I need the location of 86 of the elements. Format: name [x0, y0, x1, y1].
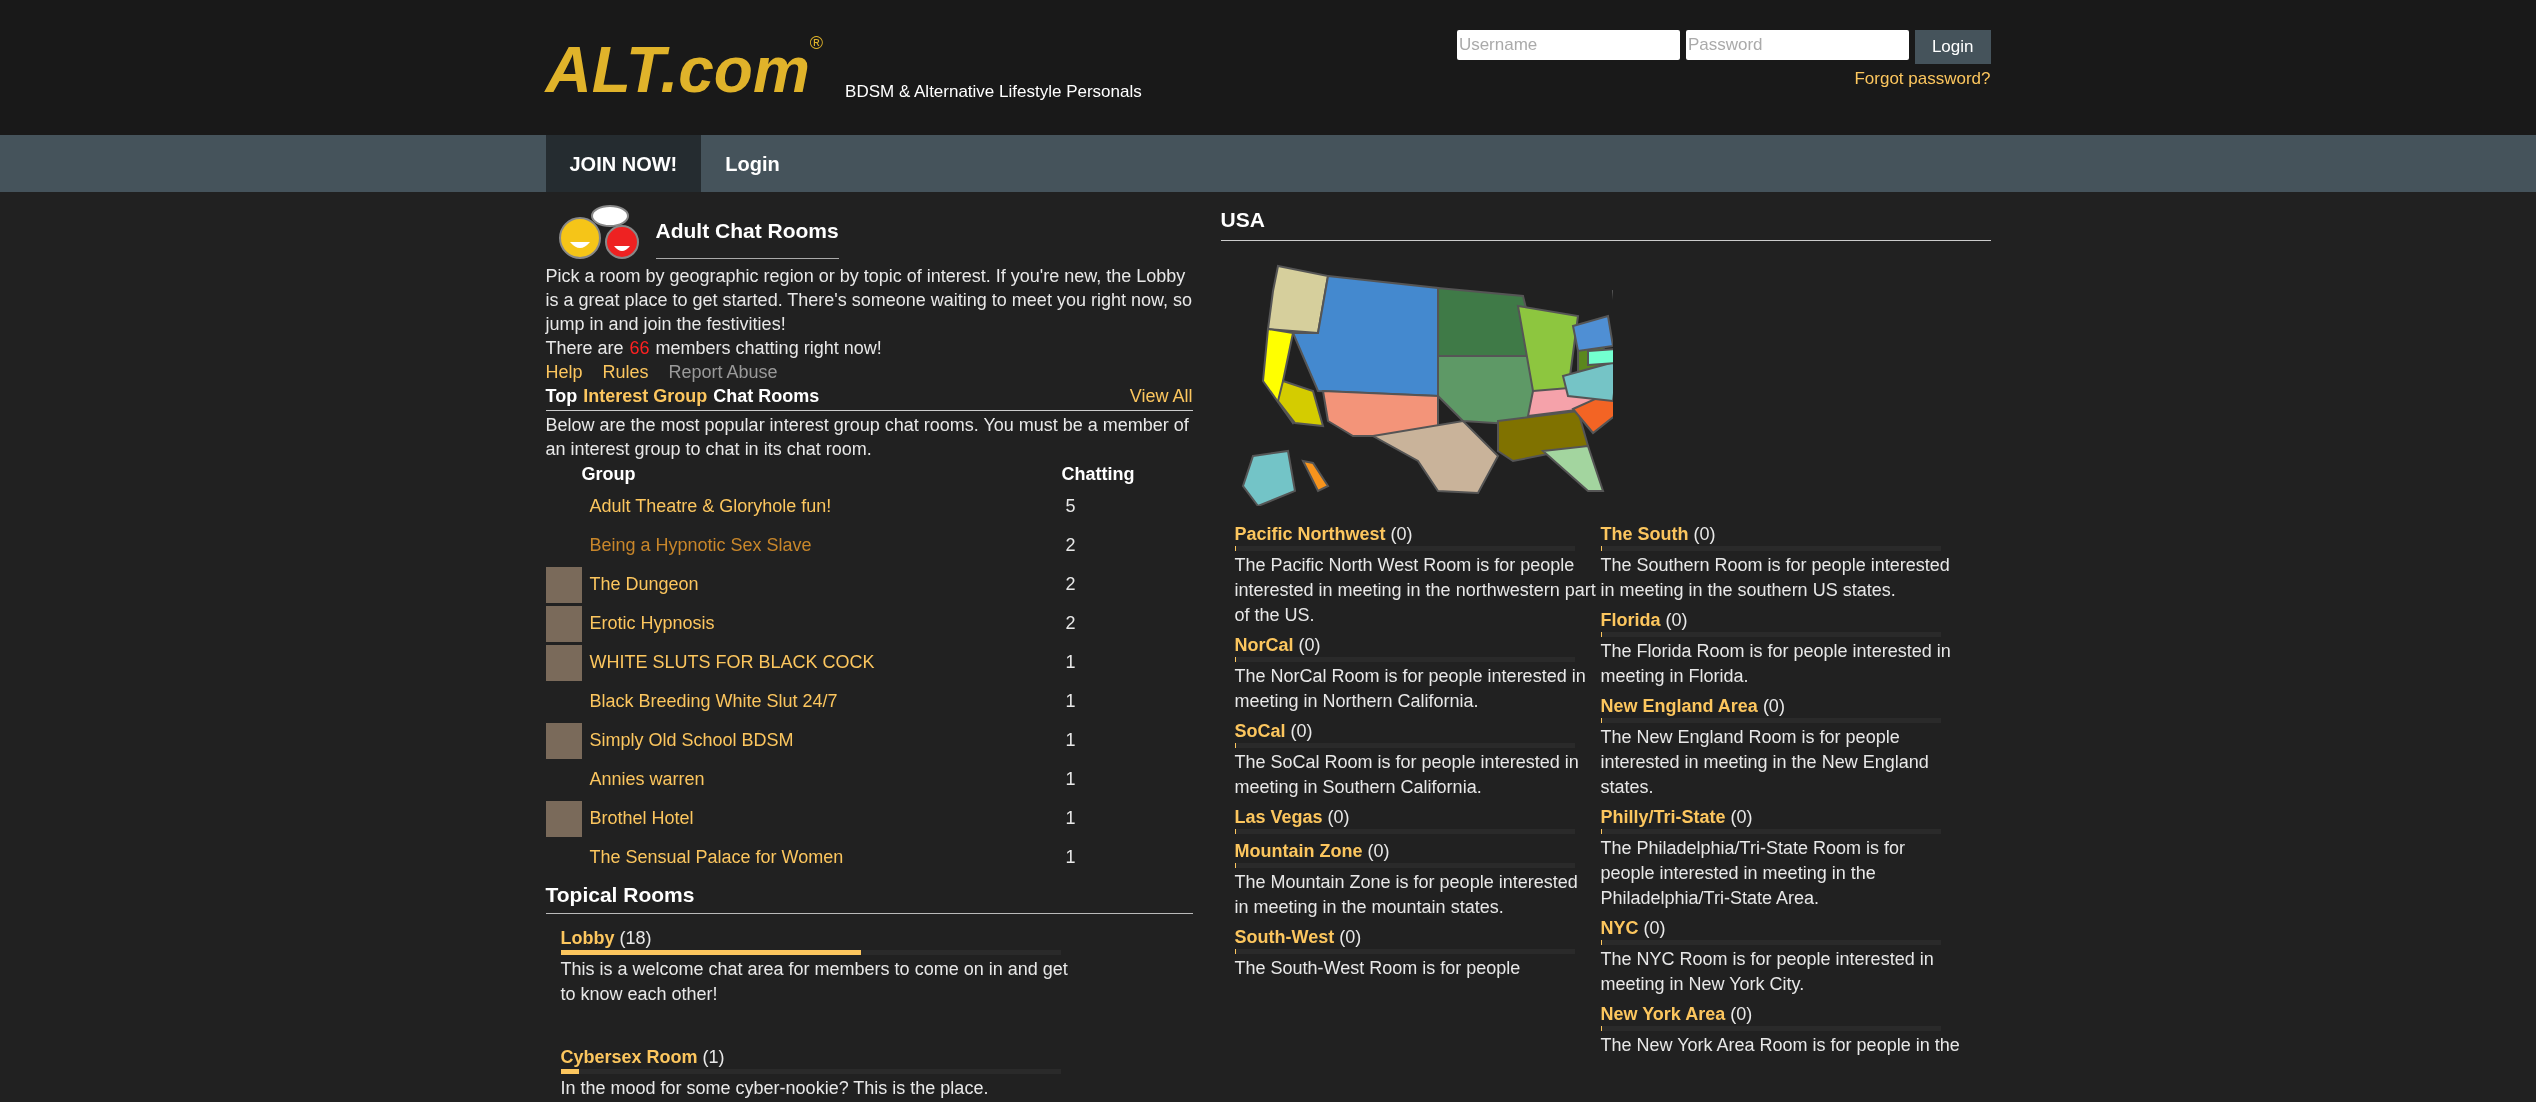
- room-link[interactable]: The South: [1600, 521, 1689, 546]
- room-description: The South-West Room is for people: [1234, 956, 1522, 980]
- group-link[interactable]: Annies warren: [589, 766, 1066, 793]
- chatting-count: 1: [1065, 651, 1076, 674]
- chatting-count: 2: [1065, 612, 1076, 635]
- nav-tab[interactable]: JOIN NOW!: [545, 135, 702, 192]
- description-text: Below are the most popular interest group chat rooms. You must be a member of an interest group to chat in its chat room.: [545, 414, 1190, 461]
- room-description: The NorCal Room is for people interested in meeting in Northern California.: [1234, 664, 1587, 713]
- members-text: members chatting right now!: [655, 337, 882, 360]
- room-link[interactable]: New England Area: [1600, 693, 1758, 718]
- room-link[interactable]: Florida: [1600, 607, 1661, 632]
- room-link[interactable]: SoCal: [1234, 718, 1286, 743]
- logo[interactable]: ALT.com: [545, 30, 810, 110]
- chatting-count: 1: [1065, 729, 1076, 752]
- section-title: Adult Chat Rooms: [655, 204, 839, 260]
- room-count: (0): [1290, 719, 1313, 743]
- room-description: The New England Room is for people interested in meeting in the New England states.: [1600, 725, 1930, 799]
- room-link[interactable]: Las Vegas: [1234, 804, 1323, 829]
- room-count: (0): [1762, 694, 1785, 718]
- room-description: In the mood for some cyber-nookie? This is the place.: [560, 1076, 990, 1100]
- room-count: (0): [1665, 608, 1688, 632]
- room-description: The NYC Room is for people interested in meeting in New York City.: [1600, 947, 1935, 996]
- interest-group-link[interactable]: Interest Group: [583, 384, 708, 408]
- forgot-password-link[interactable]: Forgot password?: [1854, 66, 1991, 92]
- login-button[interactable]: Login: [1914, 30, 1991, 64]
- room-count: (0): [1693, 522, 1716, 546]
- chatting-count: 2: [1065, 534, 1076, 557]
- room-count: (0): [1327, 805, 1350, 829]
- room-count: (0): [1298, 633, 1321, 657]
- group-link[interactable]: Erotic Hypnosis: [589, 610, 1066, 637]
- room-link[interactable]: Mountain Zone: [1234, 838, 1363, 863]
- tagline: BDSM & Alternative Lifestyle Personals: [845, 80, 1142, 103]
- room-description: The SoCal Room is for people interested in meeting in Southern California.: [1234, 750, 1580, 799]
- group-link[interactable]: WHITE SLUTS FOR BLACK COCK: [589, 649, 1066, 676]
- chatting-count: 2: [1065, 573, 1076, 596]
- room-description: The Philadelphia/Tri-State Room is for people interested in meeting in the Philadelphia/Tri-State Area.: [1600, 836, 1906, 910]
- group-link[interactable]: Being a Hypnotic Sex Slave: [589, 532, 1066, 559]
- help-link[interactable]: Rules: [602, 360, 649, 384]
- room-count: (0): [1390, 522, 1413, 546]
- column-header: Chatting: [1061, 463, 1135, 486]
- room-description: The Southern Room is for people interested in meeting in the southern US states.: [1600, 553, 1951, 602]
- room-count: (18): [619, 926, 652, 950]
- room-count: (0): [1339, 925, 1362, 949]
- room-description: The Mountain Zone is for people interested in meeting in the mountain states.: [1234, 870, 1579, 919]
- section-heading: Topical Rooms: [545, 879, 1193, 914]
- room-count: (0): [1367, 839, 1390, 863]
- group-link[interactable]: The Dungeon: [589, 571, 1066, 598]
- room-description: This is a welcome chat area for members to come on in and get to know each other!: [560, 957, 1069, 1006]
- room-description: The Florida Room is for people interested in meeting in Florida.: [1600, 639, 1952, 688]
- nav-tab[interactable]: Login: [701, 135, 804, 192]
- heading-text: Top: [545, 385, 578, 408]
- registered-mark: ®: [809, 32, 824, 53]
- room-description: The Pacific North West Room is for people interested in meeting in the northwestern part of the US.: [1234, 553, 1597, 627]
- group-link[interactable]: Brothel Hotel: [589, 805, 1066, 832]
- chatting-count: 1: [1065, 690, 1076, 713]
- member-count: 66: [629, 337, 650, 360]
- members-text: There are: [545, 337, 624, 360]
- username-field[interactable]: Username: [1456, 30, 1680, 60]
- room-description: The New York Area Room is for people in the: [1600, 1033, 1961, 1057]
- group-link[interactable]: Black Breeding White Slut 24/7: [589, 688, 1066, 715]
- view-all-link[interactable]: View All: [1129, 384, 1193, 408]
- password-field[interactable]: Password: [1685, 30, 1909, 60]
- room-count: (0): [1643, 916, 1666, 940]
- group-link[interactable]: Simply Old School BDSM: [589, 727, 1066, 754]
- room-link[interactable]: NorCal: [1234, 632, 1294, 657]
- chatting-count: 1: [1065, 768, 1076, 791]
- intro-text: Pick a room by geographic region or by topic of interest. If you're new, the Lobby is a great place to get started. There's someone waiting to meet you right now, so jump in and join the festivities!: [545, 265, 1193, 336]
- room-count: (1): [702, 1045, 725, 1069]
- room-link[interactable]: NYC: [1600, 915, 1639, 940]
- room-link[interactable]: Pacific Northwest: [1234, 521, 1386, 546]
- room-count: (0): [1730, 805, 1753, 829]
- chatting-count: 1: [1065, 846, 1076, 869]
- room-link[interactable]: Philly/Tri-State: [1600, 804, 1726, 829]
- room-count: (0): [1730, 1002, 1753, 1026]
- chatting-count: 5: [1065, 495, 1076, 518]
- room-link[interactable]: Lobby: [560, 925, 615, 950]
- group-link[interactable]: The Sensual Palace for Women: [589, 844, 1066, 871]
- room-link[interactable]: South-West: [1234, 924, 1335, 949]
- help-link[interactable]: Help: [545, 360, 583, 384]
- section-heading: USA: [1220, 204, 1991, 241]
- room-link[interactable]: Cybersex Room: [560, 1044, 698, 1069]
- column-header: Group: [580, 463, 637, 486]
- chatting-count: 1: [1065, 807, 1076, 830]
- group-link[interactable]: Adult Theatre & Gloryhole fun!: [589, 493, 1066, 520]
- room-link[interactable]: New York Area: [1600, 1001, 1726, 1026]
- heading-text: Chat Rooms: [713, 385, 820, 408]
